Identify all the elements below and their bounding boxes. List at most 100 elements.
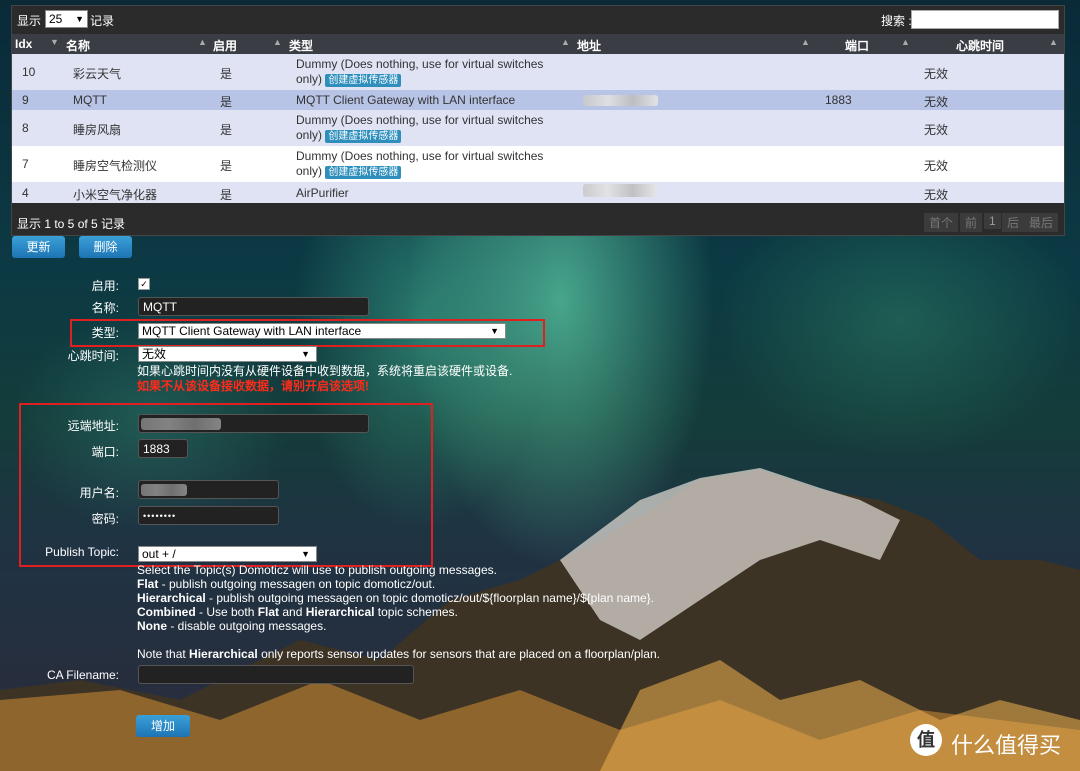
add-button[interactable]: 增加 [136, 715, 190, 737]
hier-desc: - publish outgoing messagen on topic dom… [205, 591, 655, 605]
search-input[interactable] [911, 10, 1059, 29]
publish-topic-select[interactable]: out + / ▼ [138, 546, 317, 562]
show-label: 显示 [17, 14, 42, 28]
sort-icon: ▼ [50, 37, 59, 47]
col-heartbeat[interactable]: 心跳时间 [956, 37, 1004, 54]
name-label: 名称: [91, 301, 119, 315]
cell-name: 睡房风扇 [73, 123, 122, 137]
cell-type: Dummy (Does nothing, use for virtual swi… [296, 113, 544, 127]
pager-page-1[interactable]: 1 [984, 213, 1001, 229]
table-row[interactable]: 10 彩云天气 是 Dummy (Does nothing, use for v… [12, 54, 1064, 90]
sort-icon: ▲ [801, 37, 810, 47]
table-info: 显示 1 to 5 of 5 记录 [17, 217, 126, 231]
pager-prev[interactable]: 前 [960, 213, 983, 232]
pager-next[interactable]: 后 [1002, 213, 1025, 232]
comb-term: Combined [137, 605, 196, 619]
col-address[interactable]: 地址 [577, 37, 601, 54]
name-input[interactable]: MQTT [138, 297, 369, 316]
username-label: 用户名: [79, 486, 119, 500]
cell-idx: 7 [22, 157, 29, 171]
sort-icon: ▲ [273, 37, 282, 47]
col-idx[interactable]: Idx [15, 37, 32, 51]
type-select[interactable]: MQTT Client Gateway with LAN interface ▼ [138, 323, 506, 339]
chevron-down-icon: ▼ [490, 326, 499, 336]
note-post: only reports sensor updates for sensors … [257, 647, 660, 661]
publish-help-line1: Select the Topic(s) Domoticz will use to… [137, 563, 497, 577]
hardware-table-panel: 显示 25 ▼ 记录 搜索 : Idx ▼ 名称 ▲ 启用 ▲ 类型 ▲ 地址 … [11, 5, 1065, 236]
cell-type: Dummy (Does nothing, use for virtual swi… [296, 57, 544, 71]
username-redacted [141, 484, 187, 496]
cell-enabled: 是 [220, 188, 233, 202]
col-port[interactable]: 端口 [845, 37, 869, 54]
col-type[interactable]: 类型 [289, 37, 313, 54]
col-enabled[interactable]: 启用 [213, 37, 237, 54]
comb-mid2: and [279, 605, 306, 619]
delete-button[interactable]: 删除 [79, 236, 132, 258]
pager-last[interactable]: 最后 [1024, 213, 1059, 232]
sort-icon: ▲ [1049, 37, 1058, 47]
create-virtual-sensor-button[interactable]: 创建虚拟传感器 [325, 166, 402, 179]
table-toolbar: 显示 25 ▼ 记录 搜索 : [12, 6, 1064, 32]
publish-topic-label: Publish Topic: [45, 545, 119, 559]
update-button[interactable]: 更新 [12, 236, 65, 258]
cell-enabled: 是 [220, 95, 233, 109]
pager-first[interactable]: 首个 [924, 213, 959, 232]
remote-address-label: 远端地址: [67, 419, 119, 433]
records-label: 记录 [90, 14, 115, 28]
table-header: Idx ▼ 名称 ▲ 启用 ▲ 类型 ▲ 地址 ▲ 端口 ▲ 心跳时间 ▲ [12, 34, 1064, 54]
password-input[interactable]: •••••••• [138, 506, 279, 525]
create-virtual-sensor-button[interactable]: 创建虚拟传感器 [325, 130, 402, 143]
type-label: 类型: [91, 326, 119, 340]
cell-type: MQTT Client Gateway with LAN interface [296, 93, 516, 107]
comb-end: topic schemes. [374, 605, 458, 619]
password-label: 密码: [91, 512, 119, 526]
cell-idx: 10 [22, 65, 36, 79]
cell-enabled: 是 [220, 159, 233, 173]
comb-flat: Flat [257, 605, 280, 619]
heartbeat-label: 心跳时间: [67, 349, 119, 363]
col-name[interactable]: 名称 [66, 37, 90, 54]
table-row[interactable]: 8 睡房风扇 是 Dummy (Does nothing, use for vi… [12, 110, 1064, 146]
port-input[interactable]: 1883 [138, 439, 188, 458]
table-row[interactable]: 4 小米空气净化器 是 AirPurifier 无效 [12, 182, 1064, 203]
enabled-checkbox[interactable]: ✓ [138, 278, 150, 290]
table-row[interactable]: 7 睡房空气检测仪 是 Dummy (Does nothing, use for… [12, 146, 1064, 182]
create-virtual-sensor-button[interactable]: 创建虚拟传感器 [325, 74, 402, 87]
cell-name: 睡房空气检测仪 [73, 159, 158, 173]
table-row[interactable]: 9 MQTT 是 MQTT Client Gateway with LAN in… [12, 90, 1064, 110]
hier-term: Hierarchical [137, 591, 206, 605]
chevron-down-icon: ▼ [75, 14, 84, 24]
ca-filename-label: CA Filename: [46, 668, 119, 682]
page-size-select[interactable]: 25 ▼ [45, 10, 88, 28]
table-footer: 显示 1 to 5 of 5 记录 首个 前 1 后 最后 [12, 208, 1064, 235]
cell-heartbeat: 无效 [924, 67, 949, 81]
cell-type-cont: only) 创建虚拟传感器 [296, 164, 402, 179]
type-select-value: MQTT Client Gateway with LAN interface [142, 324, 362, 338]
cell-port: 1883 [825, 93, 852, 107]
cell-enabled: 是 [220, 67, 233, 81]
publish-help-flat: Flat - publish outgoing messagen on topi… [137, 577, 435, 591]
publish-help-none: None - disable outgoing messages. [137, 619, 326, 633]
heartbeat-select-value: 无效 [142, 347, 167, 361]
comb-hier: Hierarchical [305, 605, 375, 619]
cell-type-suffix: only) [296, 128, 323, 142]
ca-filename-input[interactable] [138, 665, 414, 684]
publish-help-hier: Hierarchical - publish outgoing messagen… [137, 591, 654, 605]
heartbeat-warning: 如果不从该设备接收数据，请别开启该选项! [137, 379, 369, 393]
cell-type: AirPurifier [296, 186, 349, 200]
address-redacted [583, 184, 657, 197]
heartbeat-help: 如果心跳时间内没有从硬件设备中收到数据，系统将重启该硬件或设备. [137, 364, 513, 378]
cell-idx: 8 [22, 121, 29, 135]
page-size-value: 25 [49, 12, 63, 26]
address-redacted [141, 418, 221, 430]
cell-heartbeat: 无效 [924, 188, 949, 202]
chevron-down-icon: ▼ [301, 349, 310, 359]
publish-topic-value: out + / [142, 547, 176, 561]
sort-icon: ▲ [901, 37, 910, 47]
none-desc: - disable outgoing messages. [167, 619, 327, 633]
username-input[interactable] [138, 480, 279, 499]
cell-enabled: 是 [220, 123, 233, 137]
watermark-text: 什么值得买 [951, 733, 1062, 758]
heartbeat-select[interactable]: 无效 ▼ [138, 346, 317, 362]
remote-address-input[interactable] [138, 414, 369, 433]
